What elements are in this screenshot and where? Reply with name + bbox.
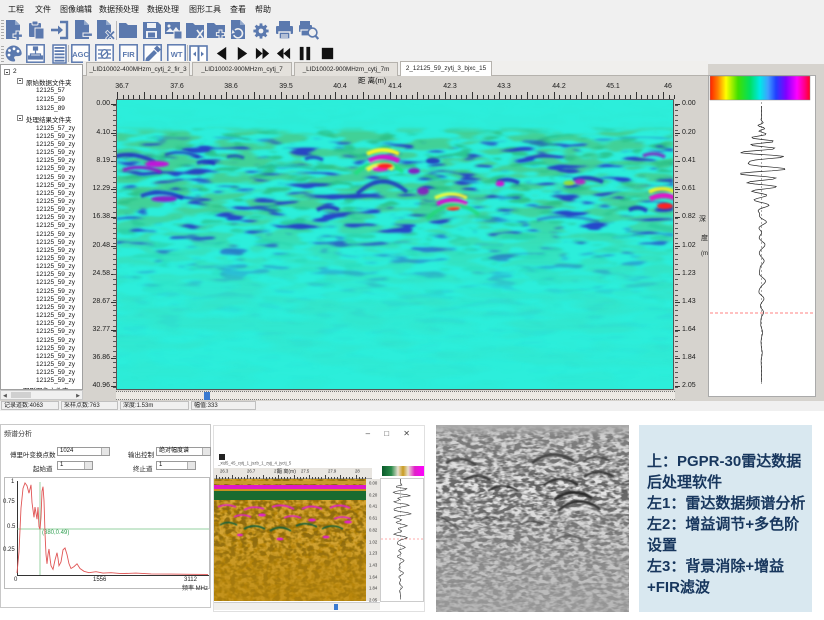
svg-text:FIR: FIR — [123, 50, 136, 59]
svg-text:WT: WT — [171, 50, 183, 59]
svg-text:AGC: AGC — [72, 50, 89, 59]
